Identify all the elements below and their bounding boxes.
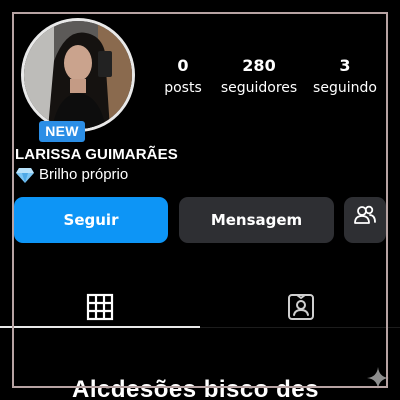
followers-stat[interactable]: 280 seguidores [214, 56, 304, 98]
gem-icon [15, 166, 35, 184]
tab-divider [200, 327, 400, 328]
profile-bio: Brilho próprio [15, 165, 128, 185]
grid-icon [85, 293, 115, 326]
add-person-icon [354, 197, 376, 243]
grid-tab[interactable] [85, 292, 115, 322]
suggest-accounts-button[interactable] [344, 197, 386, 243]
profile-screen: NEW 0 posts 280 seguidores 3 seguindo LA… [0, 0, 400, 400]
follow-button[interactable]: Seguir [14, 197, 168, 243]
followers-label: seguidores [220, 80, 298, 96]
followers-count: 280 [242, 56, 276, 75]
posts-count: 0 [177, 56, 189, 75]
following-label: seguindo [313, 80, 377, 96]
following-count: 3 [339, 56, 351, 75]
partial-heading: Alcdesões bisco des [72, 376, 319, 400]
new-badge: NEW [39, 121, 85, 142]
profile-name: LARISSA GUIMARÃES [15, 146, 178, 163]
posts-stat[interactable]: 0 posts [158, 56, 208, 98]
avatar[interactable] [24, 21, 132, 129]
posts-label: posts [164, 80, 202, 96]
sparkle-icon [366, 366, 390, 390]
tagged-tab[interactable] [286, 292, 316, 322]
bio-text: Brilho próprio [39, 166, 129, 183]
following-stat[interactable]: 3 seguindo [308, 56, 382, 98]
active-tab-indicator [0, 326, 200, 328]
avatar-photo [24, 21, 132, 129]
tagged-photos-icon [286, 294, 316, 326]
message-button[interactable]: Mensagem [179, 197, 334, 243]
